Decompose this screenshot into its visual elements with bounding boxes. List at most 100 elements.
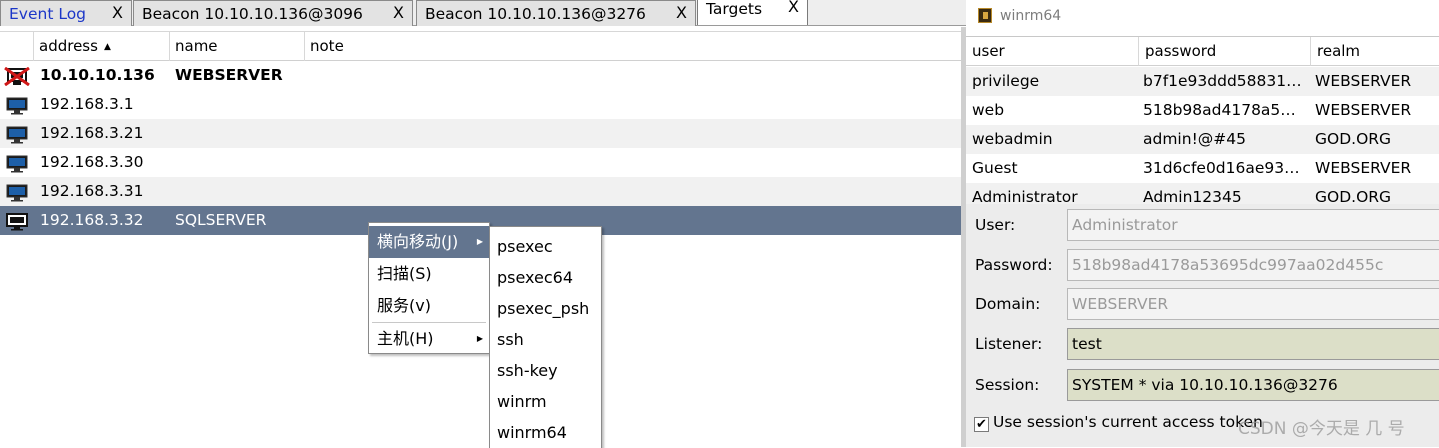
windows-host-icon — [6, 155, 28, 173]
tab-label: Beacon 10.10.10.136@3276 — [425, 4, 646, 23]
use-token-label: Use session's current access token — [993, 413, 1263, 431]
realm-column-header[interactable]: realm — [1311, 37, 1439, 66]
tab-beacon-3096[interactable]: Beacon 10.10.10.136@3096 X — [133, 0, 413, 26]
tab-targets[interactable]: Targets X — [697, 0, 808, 25]
session-select[interactable]: SYSTEM * via 10.10.10.136@3276 — [1067, 369, 1439, 401]
windows-host-icon — [6, 126, 28, 144]
user-cell: webadmin — [972, 130, 1053, 148]
user-cell: privilege — [972, 72, 1040, 90]
password-column-header[interactable]: password — [1139, 37, 1311, 66]
winrm64-dialog: winrm64 user password realm privilege b7… — [966, 0, 1439, 447]
address-cell: 192.168.3.1 — [40, 95, 134, 113]
realm-cell: WEBSERVER — [1315, 101, 1412, 119]
password-cell: 518b98ad4178a5… — [1143, 101, 1296, 119]
submenu-item-winrm64[interactable]: winrm64 — [490, 417, 601, 448]
user-label: User: — [975, 216, 1016, 234]
menu-item-label: 服务(v) — [377, 296, 431, 315]
name-column-header[interactable]: name — [170, 32, 305, 61]
targets-panel: Event Log X Beacon 10.10.10.136@3096 X B… — [0, 0, 966, 448]
address-cell: 10.10.10.136 — [40, 66, 155, 84]
menu-item-label: 扫描(S) — [377, 264, 432, 283]
credentials-table: user password realm privilege b7f1e93ddd… — [966, 36, 1439, 204]
table-row[interactable]: 192.168.3.21 — [0, 119, 961, 148]
tab-label: Beacon 10.10.10.136@3096 — [142, 4, 363, 23]
credential-row[interactable]: Administrator Admin12345 GOD.ORG — [966, 183, 1439, 204]
close-icon[interactable]: X — [393, 3, 404, 22]
domain-field[interactable]: WEBSERVER — [1067, 288, 1439, 320]
menu-item-label: 横向移动(J) — [377, 232, 459, 251]
table-row[interactable]: 10.10.10.136 WEBSERVER — [0, 61, 961, 90]
domain-label: Domain: — [975, 295, 1041, 313]
address-column-header[interactable]: address ▲ — [34, 32, 170, 61]
menu-item-scan[interactable]: 扫描(S) — [369, 258, 489, 290]
submenu-item-winrm[interactable]: winrm — [490, 386, 601, 417]
server-host-icon — [6, 213, 28, 231]
compromised-host-icon — [4, 67, 30, 86]
submenu-item-psexec[interactable]: psexec — [490, 231, 601, 262]
tab-label: Targets — [706, 0, 763, 18]
name-cell: WEBSERVER — [175, 66, 283, 84]
session-label: Session: — [975, 376, 1040, 394]
realm-cell: WEBSERVER — [1315, 72, 1412, 90]
submenu-item-ssh-key[interactable]: ssh-key — [490, 355, 601, 386]
realm-cell: GOD.ORG — [1315, 188, 1392, 204]
realm-cell: WEBSERVER — [1315, 159, 1412, 177]
tab-beacon-3276[interactable]: Beacon 10.10.10.136@3276 X — [416, 0, 696, 26]
password-cell: Admin12345 — [1143, 188, 1242, 204]
credential-row[interactable]: web 518b98ad4178a5… WEBSERVER — [966, 96, 1439, 125]
column-label: realm — [1317, 42, 1361, 60]
submenu-item-psexec-psh[interactable]: psexec_psh — [490, 293, 601, 324]
user-cell: Guest — [972, 159, 1018, 177]
submenu-item-ssh[interactable]: ssh — [490, 324, 601, 355]
credential-row[interactable]: privilege b7f1e93ddd58831… WEBSERVER — [966, 67, 1439, 96]
table-row[interactable]: 192.168.3.30 — [0, 148, 961, 177]
column-label: name — [175, 37, 218, 55]
table-row[interactable]: 192.168.3.1 — [0, 90, 961, 119]
address-cell: 192.168.3.32 — [40, 211, 144, 229]
submenu-arrow-icon: ▶ — [476, 237, 483, 246]
user-cell: Administrator — [972, 188, 1078, 204]
note-column-header[interactable]: note — [305, 32, 961, 61]
lateral-movement-submenu: psexec psexec64 psexec_psh ssh ssh-key w… — [489, 226, 602, 448]
watermark: CSDN @今天是 几 号 — [1238, 419, 1405, 439]
password-cell: b7f1e93ddd58831… — [1143, 72, 1302, 90]
credential-row[interactable]: Guest 31d6cfe0d16ae93… WEBSERVER — [966, 154, 1439, 183]
column-label: address — [39, 37, 98, 55]
use-token-checkbox[interactable]: ✔ — [974, 417, 989, 432]
tab-label: Event Log — [9, 4, 87, 23]
column-label: user — [972, 42, 1005, 60]
menu-item-lateral-movement[interactable]: 横向移动(J) ▶ — [369, 226, 489, 258]
sort-ascending-icon: ▲ — [103, 42, 111, 52]
password-label: Password: — [975, 256, 1053, 274]
targets-table-header: address ▲ name note — [0, 31, 961, 61]
windows-host-icon — [6, 97, 28, 115]
close-icon[interactable]: X — [788, 0, 799, 16]
address-cell: 192.168.3.30 — [40, 153, 144, 171]
password-field[interactable]: 518b98ad4178a53695dc997aa02d455c — [1067, 249, 1439, 281]
close-icon[interactable]: X — [112, 3, 123, 22]
tab-event-log[interactable]: Event Log X — [0, 0, 132, 26]
menu-item-services[interactable]: 服务(v) — [369, 290, 489, 322]
credential-form: User: Administrator Password: 518b98ad41… — [966, 204, 1439, 447]
dialog-title-bar: winrm64 — [966, 0, 1439, 36]
tab-bar: Event Log X Beacon 10.10.10.136@3096 X B… — [0, 0, 966, 26]
table-row[interactable]: 192.168.3.31 — [0, 177, 961, 206]
listener-label: Listener: — [975, 335, 1043, 353]
address-cell: 192.168.3.31 — [40, 182, 144, 200]
cobalt-strike-icon — [978, 8, 992, 23]
dialog-title: winrm64 — [1000, 8, 1062, 24]
listener-select[interactable]: test — [1067, 328, 1439, 360]
windows-host-icon — [6, 184, 28, 202]
context-menu: 横向移动(J) ▶ 扫描(S) 服务(v) 主机(H) ▶ — [368, 222, 490, 354]
submenu-item-psexec64[interactable]: psexec64 — [490, 262, 601, 293]
menu-item-host[interactable]: 主机(H) ▶ — [369, 323, 489, 355]
name-cell: SQLSERVER — [175, 211, 267, 229]
submenu-arrow-icon: ▶ — [476, 334, 483, 343]
user-field[interactable]: Administrator — [1067, 209, 1439, 241]
credential-row[interactable]: webadmin admin!@#45 GOD.ORG — [966, 125, 1439, 154]
menu-item-label: 主机(H) — [377, 329, 434, 348]
icon-column-header[interactable] — [0, 32, 34, 61]
password-cell: 31d6cfe0d16ae93… — [1143, 159, 1300, 177]
close-icon[interactable]: X — [676, 3, 687, 22]
user-column-header[interactable]: user — [966, 37, 1139, 66]
